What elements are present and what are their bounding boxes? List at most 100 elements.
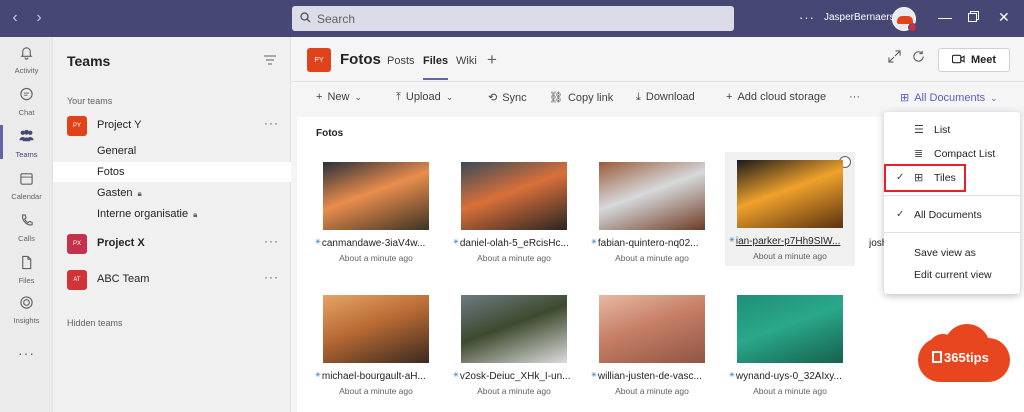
rail-insights[interactable]: Insights — [0, 295, 53, 325]
more-options-icon[interactable]: ··· — [264, 116, 279, 130]
file-name[interactable]: ✳︎canmandawe-3iaV4w... — [315, 238, 439, 249]
rail-label: Teams — [15, 150, 38, 159]
rail-label: Files — [18, 276, 35, 285]
team-project-x[interactable]: PX Project X ··· — [53, 234, 291, 258]
channel-fotos[interactable]: Fotos — [53, 162, 291, 182]
team-project-y[interactable]: PY Project Y ··· — [53, 116, 291, 140]
new-file-icon: ✳︎ — [729, 372, 735, 379]
file-tile[interactable]: ✳︎willian-justen-de-vasc... About a minu… — [587, 287, 717, 399]
view-label: All Documents — [914, 92, 986, 104]
rail-activity[interactable]: Activity — [0, 45, 53, 75]
tab-wiki[interactable]: Wiki — [456, 55, 477, 67]
menu-item-save-view-as[interactable]: Save view as — [884, 243, 1020, 265]
more-apps-icon[interactable]: ··· — [0, 345, 53, 361]
copy-link-button[interactable]: ⛓︎ Copy link — [549, 91, 613, 104]
channel-general[interactable]: General — [53, 141, 291, 161]
download-button[interactable]: ⤓ Download — [636, 91, 695, 104]
file-tile[interactable]: ✳︎v2osk-Deiuc_XHk_I-un... About a minute… — [449, 287, 579, 399]
lock-icon: 🔒︎ — [137, 189, 142, 198]
sync-button[interactable]: ⟲ Sync — [488, 91, 527, 104]
maximize-icon[interactable] — [968, 9, 979, 25]
more-options-icon[interactable]: ··· — [264, 270, 279, 284]
file-tile[interactable]: ✳︎canmandawe-3iaV4w... About a minute ag… — [311, 154, 441, 266]
title-bar: ‹ › Search ··· JasperBernaers — ✕ — [0, 0, 1024, 37]
chevron-down-icon: ⌄ — [990, 93, 998, 103]
section-hidden-teams[interactable]: Hidden teams — [67, 318, 123, 328]
insights-icon — [0, 295, 53, 315]
file-date: About a minute ago — [615, 253, 689, 263]
rail-label: Chat — [18, 108, 35, 117]
tab-posts[interactable]: Posts — [387, 55, 415, 67]
teams-panel: Teams Your teams PY Project Y ··· Genera… — [53, 37, 291, 412]
file-name[interactable]: ✳︎v2osk-Deiuc_XHk_I-un... — [453, 371, 577, 382]
file-thumbnail — [599, 295, 705, 363]
search-icon — [300, 11, 311, 26]
file-date: About a minute ago — [753, 251, 827, 261]
file-tile[interactable]: ✳︎wynand-uys-0_32AIxy... About a minute … — [725, 287, 855, 399]
add-cloud-label: Add cloud storage — [737, 91, 827, 103]
list-icon: ☰ — [914, 124, 924, 136]
back-arrow-icon[interactable]: ‹ — [4, 9, 26, 27]
upload-label: Upload — [405, 91, 441, 103]
channel-name: Interne organisatie — [97, 208, 189, 220]
menu-label: Compact List — [934, 148, 996, 160]
search-input[interactable]: Search — [292, 6, 734, 31]
file-name[interactable]: ✳︎daniel-olah-5_eRcisHc... — [453, 238, 577, 249]
close-icon[interactable]: ✕ — [998, 9, 1010, 26]
more-options-icon[interactable]: ··· — [799, 10, 815, 25]
team-abc-team[interactable]: AT ABC Team ··· — [53, 270, 291, 294]
rail-calls[interactable]: Calls — [0, 213, 53, 243]
file-name[interactable]: ✳︎fabian-quintero-nq02... — [591, 238, 715, 249]
panel-title: Teams — [67, 53, 111, 69]
expand-icon[interactable] — [888, 50, 901, 67]
minimize-icon[interactable]: — — [938, 9, 952, 25]
more-commands-icon[interactable]: ··· — [849, 91, 860, 103]
new-button[interactable]: + New ⌄ — [316, 91, 362, 103]
rail-chat[interactable]: Chat — [0, 87, 53, 117]
add-cloud-storage-button[interactable]: + Add cloud storage — [726, 91, 826, 103]
file-name[interactable]: ✳︎ian-parker-p7Hh9SIW... — [729, 236, 853, 247]
upload-button[interactable]: ⤒ Upload ⌄ — [396, 91, 453, 104]
file-name[interactable]: ✳︎wynand-uys-0_32AIxy... — [729, 371, 853, 382]
file-tile-hovered[interactable]: ✳︎ian-parker-p7Hh9SIW... About a minute … — [725, 152, 855, 266]
file-date: About a minute ago — [615, 386, 689, 396]
view-switcher-button[interactable]: ⊞ All Documents ⌄ — [900, 91, 998, 104]
team-name: Project X — [97, 237, 145, 249]
team-name: ABC Team — [97, 273, 150, 285]
rail-calendar[interactable]: Calendar — [0, 171, 53, 201]
copy-link-label: Copy link — [567, 92, 614, 104]
forward-arrow-icon[interactable]: › — [28, 9, 50, 27]
file-tile[interactable]: ✳︎fabian-quintero-nq02... About a minute… — [587, 154, 717, 266]
plus-icon: + — [316, 91, 323, 103]
menu-item-all-documents[interactable]: ✓ All Documents — [884, 205, 1020, 227]
file-tile[interactable]: ✳︎daniel-olah-5_eRcisHc... About a minut… — [449, 154, 579, 266]
rail-files[interactable]: Files — [0, 255, 53, 285]
file-thumbnail — [599, 162, 705, 230]
channel-title: Fotos — [340, 51, 381, 68]
office-icon — [932, 351, 942, 363]
new-label: New — [327, 91, 350, 103]
file-tile[interactable]: ✳︎michael-bourgault-aH... About a minute… — [311, 287, 441, 399]
menu-item-edit-current-view[interactable]: Edit current view — [884, 265, 1020, 287]
menu-item-list[interactable]: ☰ List — [884, 120, 1020, 142]
channel-interne-organisatie[interactable]: Interne organisatie 🔒︎ — [53, 204, 291, 224]
rail-teams[interactable]: Teams — [0, 125, 53, 159]
menu-divider — [884, 195, 1020, 196]
add-tab-icon[interactable]: + — [487, 50, 497, 70]
team-tile: PX — [67, 234, 87, 254]
meet-button[interactable]: Meet — [938, 48, 1010, 72]
tab-files[interactable]: Files — [423, 55, 449, 80]
menu-item-compact-list[interactable]: ≣ Compact List — [884, 144, 1020, 166]
new-file-icon: ✳︎ — [315, 239, 321, 246]
meet-label: Meet — [970, 54, 997, 66]
more-options-icon[interactable]: ··· — [264, 234, 279, 248]
filter-icon[interactable] — [264, 53, 276, 68]
refresh-icon[interactable] — [912, 50, 925, 67]
download-icon: ⤓ — [636, 91, 641, 103]
calendar-icon — [0, 171, 53, 191]
channel-gasten[interactable]: Gasten 🔒︎ — [53, 183, 291, 203]
file-name[interactable]: ✳︎willian-justen-de-vasc... — [591, 371, 715, 382]
avatar[interactable] — [892, 7, 917, 32]
channel-header: PY Fotos Posts Files Wiki + Meet — [291, 37, 1024, 82]
file-name[interactable]: ✳︎michael-bourgault-aH... — [315, 371, 439, 382]
